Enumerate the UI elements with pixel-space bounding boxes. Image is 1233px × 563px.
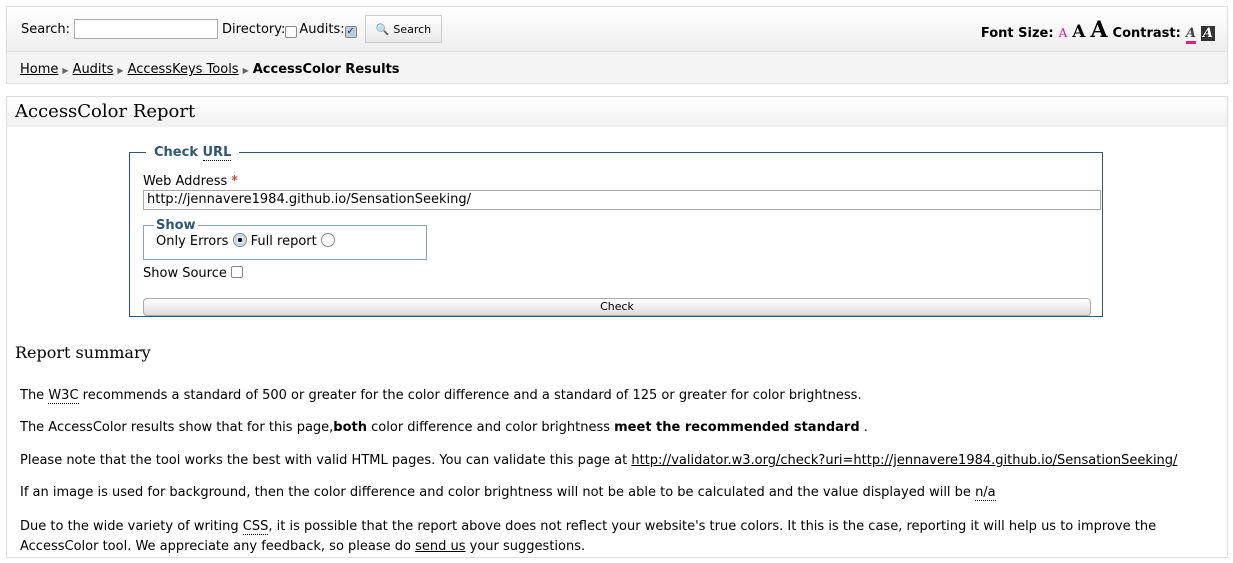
full-report-label: Full report [250, 234, 317, 249]
w3c-abbr: W3C [48, 388, 79, 404]
only-errors-radio[interactable] [232, 233, 247, 247]
summary-p4: If an image is used for background, then… [20, 485, 996, 501]
t: recommends a standard of 500 or greater … [82, 388, 862, 403]
summary-p2: The AccessColor results show that for th… [20, 420, 868, 435]
breadcrumb-accesskeys-tools[interactable]: AccessKeys Tools [128, 62, 239, 77]
accessibility-controls: Font Size: A A A Contrast: A A [981, 17, 1215, 44]
t: your suggestions. [465, 539, 586, 554]
t: color difference and color brightness [367, 420, 615, 435]
breadcrumb: Home ▶ Audits ▶ AccessKeys Tools ▶ AccessColor… [7, 52, 1227, 87]
t: both [333, 420, 368, 435]
audits-label: Audits: [299, 21, 345, 37]
show-source-checkbox[interactable] [231, 266, 243, 278]
web-address-text: Web Address [143, 174, 228, 189]
na-abbr: n/a [975, 485, 996, 501]
t: The [20, 388, 45, 403]
font-size-label: Font Size: [980, 26, 1054, 41]
breadcrumb-current: AccessColor Results [252, 62, 400, 77]
check-url-legend: Check URL [146, 145, 239, 161]
check-url-form: Check URL Web Address * http://jennavere… [129, 145, 1103, 317]
report-summary-heading: Report summary [15, 343, 151, 362]
show-source-label: Show Source [143, 266, 227, 281]
full-report-radio[interactable] [320, 233, 335, 247]
directory-label: Directory: [222, 21, 286, 37]
arrow-right-icon: ▶ [242, 66, 249, 75]
font-size-large[interactable]: A [1090, 17, 1107, 43]
show-options: Show Only Errors Full report [143, 218, 427, 260]
only-errors-label: Only Errors [156, 234, 229, 249]
t: meet the recommended standard [614, 420, 860, 435]
show-source-row: Show Source [143, 266, 243, 281]
search-button-label: Search [393, 22, 432, 36]
search-button[interactable]: 🔍 Search [364, 15, 443, 43]
summary-p3: Please note that the tool works the best… [20, 453, 1177, 468]
t: Due to the wide variety of writing [20, 519, 243, 534]
arrow-right-icon: ▶ [62, 66, 69, 75]
show-legend: Show [156, 218, 196, 233]
page-title: AccessColor Report [7, 97, 1227, 127]
summary-p5: Due to the wide variety of writing CSS, … [20, 517, 1215, 557]
contrast-normal[interactable]: A [1185, 26, 1196, 44]
header: Search: Directory: Audits: ✓ 🔍 Search Fon… [6, 6, 1228, 84]
arrow-right-icon: ▶ [117, 66, 124, 75]
search-label: Search: [21, 21, 71, 37]
summary-p1: The W3C recommends a standard of 500 or … [20, 388, 862, 404]
breadcrumb-audits[interactable]: Audits [73, 62, 114, 77]
required-marker: * [231, 174, 238, 189]
contrast-label: Contrast: [1112, 26, 1181, 41]
css-abbr: CSS [242, 519, 269, 535]
legend-text: Check [154, 145, 198, 160]
search-bar: Search: Directory: Audits: ✓ 🔍 Search Fon… [7, 7, 1227, 52]
audits-checkbox[interactable]: ✓ [344, 26, 357, 38]
directory-checkbox[interactable] [285, 26, 298, 38]
search-input[interactable] [74, 19, 219, 39]
t: The AccessColor results show that for th… [20, 420, 334, 435]
validator-link[interactable]: http://validator.w3.org/check?uri=http:/… [631, 453, 1177, 468]
send-us-link[interactable]: send us [415, 539, 465, 554]
url-abbr: URL [202, 145, 232, 161]
contrast-high[interactable]: A [1200, 26, 1215, 41]
magnifier-icon: 🔍 [375, 22, 390, 36]
font-size-small[interactable]: A [1059, 26, 1068, 40]
check-button[interactable]: Check [143, 298, 1091, 316]
breadcrumb-home[interactable]: Home [20, 62, 58, 77]
font-size-medium[interactable]: A [1072, 22, 1085, 42]
report-panel: AccessColor Report Check URL Web Address… [6, 96, 1228, 558]
web-address-input[interactable]: http://jennavere1984.github.io/Sensation… [143, 190, 1101, 210]
t: Please note that the tool works the best… [20, 453, 632, 468]
t: If an image is used for background, then… [20, 485, 976, 500]
t: . [859, 420, 868, 435]
web-address-label: Web Address * [143, 174, 238, 189]
